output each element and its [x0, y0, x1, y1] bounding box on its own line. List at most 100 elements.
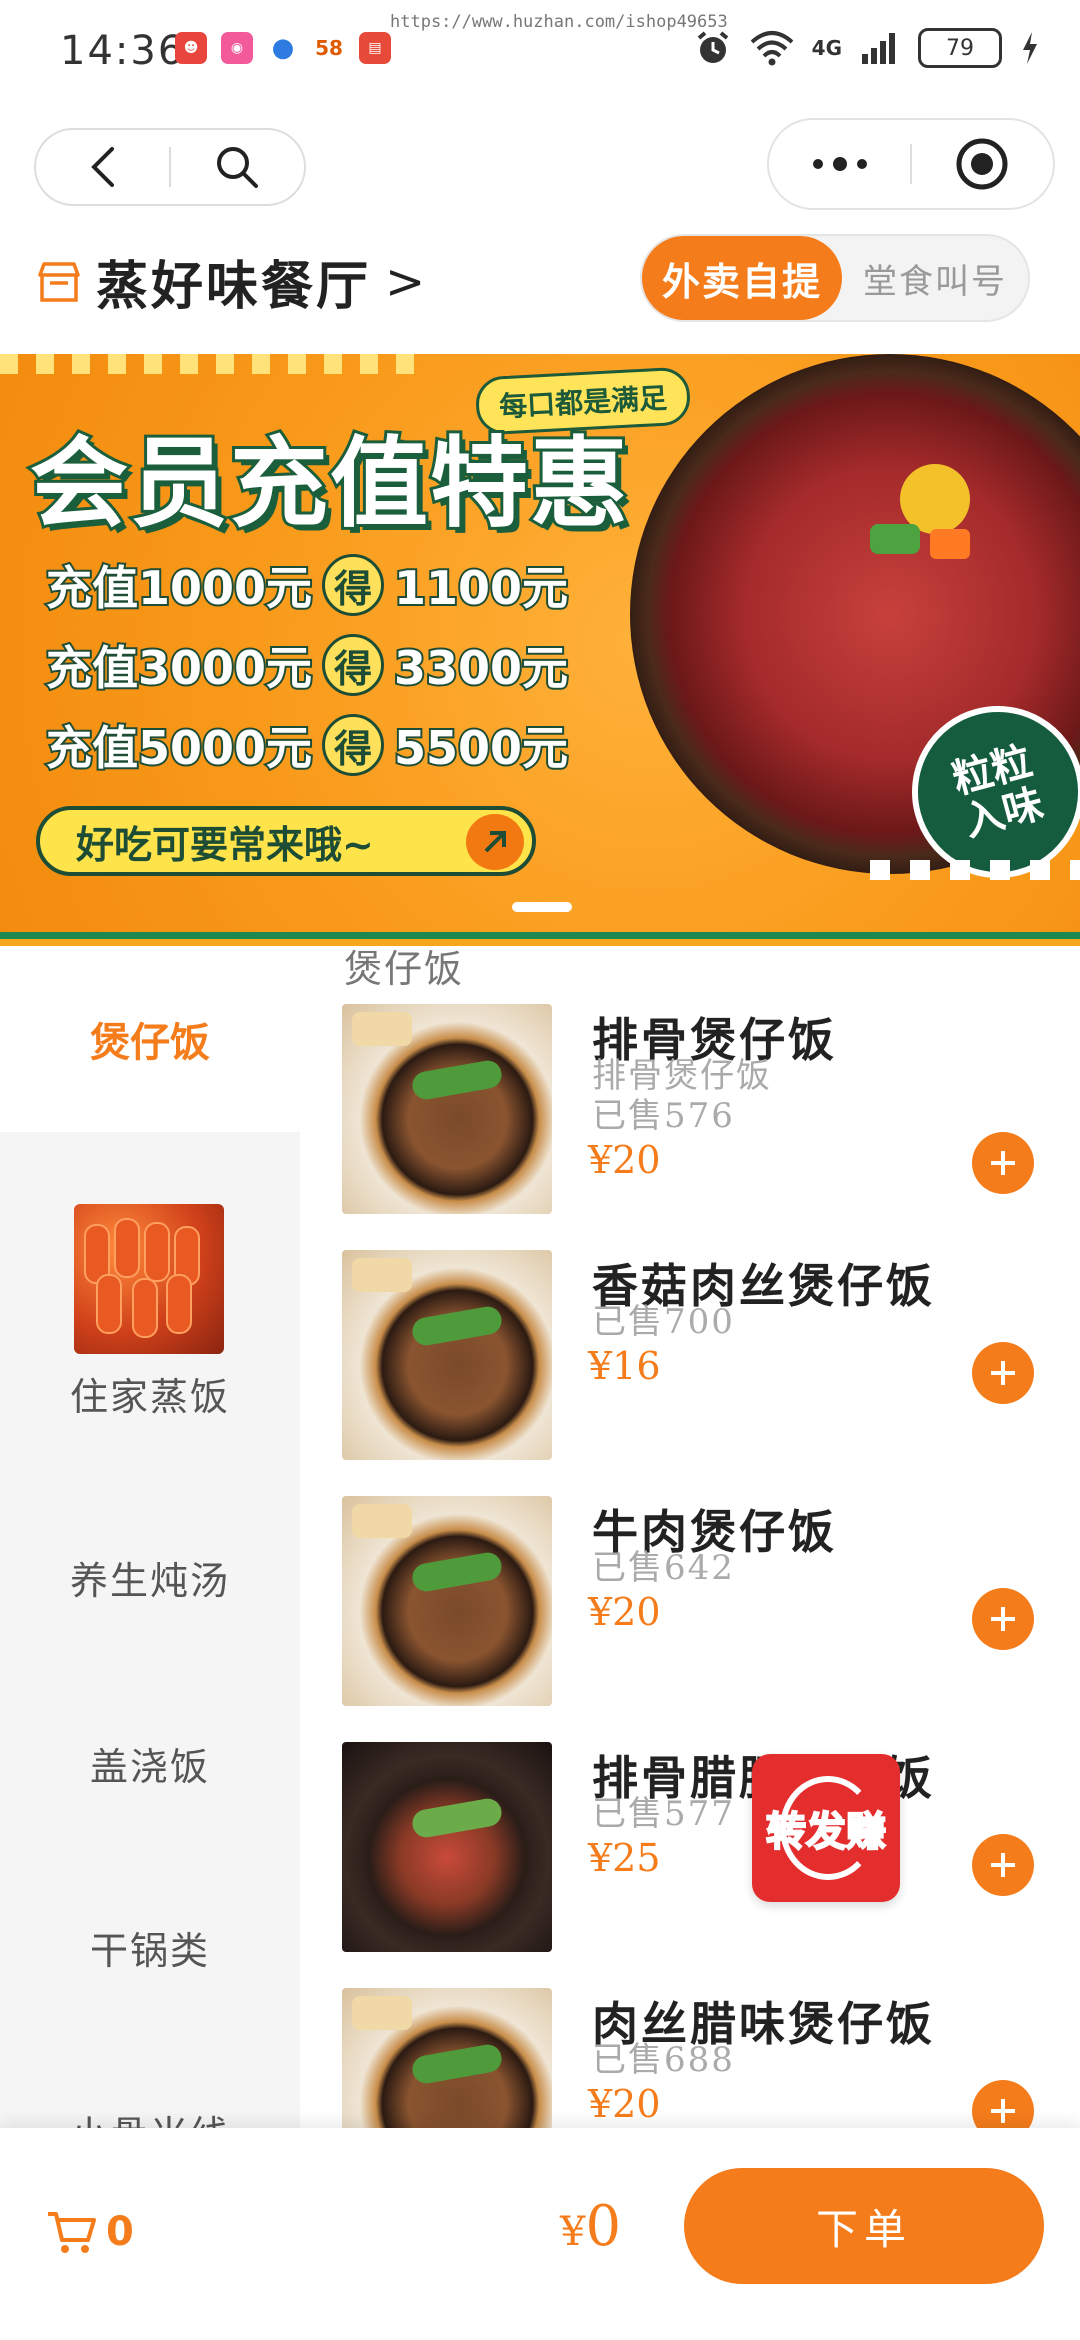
- offer-line-2: 充值3000元 得 3300元: [44, 632, 570, 698]
- app-book-icon: ▤: [359, 32, 391, 64]
- category-item-dry-pot[interactable]: 干锅类: [0, 1920, 300, 1975]
- category-item-noodles[interactable]: 小骨米线: [0, 2104, 300, 2128]
- app-pink-icon: ◉: [221, 32, 253, 64]
- place-order-button[interactable]: 下单: [684, 2168, 1044, 2284]
- dish-image: [342, 1004, 552, 1214]
- dish-item[interactable]: 排骨煲仔饭 排骨煲仔饭 已售576 ¥20: [340, 1004, 1060, 1216]
- status-indicators: 4G 79: [694, 28, 1040, 68]
- dish-item[interactable]: 牛肉煲仔饭 已售642 ¥20: [340, 1496, 1060, 1708]
- battery-indicator: 79: [918, 28, 1002, 68]
- category-item-rice-bowl[interactable]: 盖浇饭: [0, 1736, 300, 1791]
- more-dots-icon: [812, 157, 867, 171]
- wifi-icon: [750, 31, 793, 66]
- nav-capsule-right: [767, 118, 1055, 210]
- dish-item[interactable]: 排骨腊肠煲仔饭 已售577 ¥25: [340, 1742, 1060, 1954]
- store-name: 蒸好味餐厅: [96, 256, 372, 317]
- veg-decoration: [870, 524, 920, 554]
- back-arrow-icon: [90, 147, 114, 187]
- plus-icon: [991, 1607, 1015, 1631]
- dish-item[interactable]: 香菇肉丝煲仔饭 已售700 ¥16: [340, 1250, 1060, 1462]
- app-blue-icon: ●: [267, 32, 299, 64]
- dish-price: ¥20: [588, 1138, 661, 1182]
- dish-sold-count: 已售700: [592, 1302, 735, 1342]
- plus-icon: [991, 1853, 1015, 1877]
- add-to-cart-button[interactable]: [972, 1342, 1034, 1404]
- carrot-decoration: [930, 529, 970, 559]
- promo-banner[interactable]: 每口都是满足 会员充值特惠 充值1000元 得 1100元 充值3000元 得 …: [0, 354, 1080, 932]
- app-red-icon: ☻: [175, 32, 207, 64]
- order-total: ¥0: [560, 2194, 621, 2259]
- offer-line-1: 充值1000元 得 1100元: [44, 552, 570, 618]
- nav-capsule-left: [34, 128, 306, 206]
- offer-pay: 充值5000元: [44, 719, 314, 777]
- offer-receive: 5500元: [392, 719, 570, 777]
- app-58-icon: 58: [313, 32, 345, 64]
- back-button[interactable]: [36, 130, 169, 204]
- signal-icon: [862, 33, 895, 64]
- plus-icon: [991, 1361, 1015, 1385]
- banner-stripe: [0, 932, 1080, 946]
- close-target-icon: [956, 138, 1008, 190]
- dish-sold-count: 已售642: [592, 1548, 735, 1588]
- dish-image: [342, 1988, 552, 2128]
- status-app-icons: ☻ ◉ ● 58 ▤: [175, 32, 391, 64]
- share-earn-button[interactable]: 转发赚: [752, 1754, 900, 1902]
- category-item-claypot[interactable]: 煲仔饭: [0, 946, 300, 1132]
- add-to-cart-button[interactable]: [972, 1132, 1034, 1194]
- total-value: 0: [585, 2194, 622, 2259]
- cart-count: 0: [106, 2209, 134, 2255]
- currency-symbol: ¥: [560, 2209, 586, 2255]
- offer-receive: 3300元: [392, 639, 570, 697]
- offer-get-badge: 得: [322, 634, 385, 696]
- dish-sold-count: 已售577: [592, 1794, 735, 1834]
- alarm-icon: [697, 31, 728, 63]
- carousel-indicator: [512, 902, 572, 912]
- charging-icon: [1023, 32, 1037, 64]
- checkout-bar: 0 ¥0 下单: [0, 2128, 1080, 2340]
- category-thumbnail: [74, 1204, 224, 1354]
- offer-line-3: 充值5000元 得 5500元: [44, 712, 570, 778]
- offer-get-badge: 得: [322, 714, 385, 776]
- dish-price: ¥16: [588, 1344, 661, 1388]
- order-mode-toggle: 外卖自提 堂食叫号: [640, 234, 1030, 322]
- add-to-cart-button[interactable]: [972, 1588, 1034, 1650]
- add-to-cart-button[interactable]: [972, 1834, 1034, 1896]
- offer-get-badge: 得: [322, 554, 385, 616]
- dish-price: ¥25: [588, 1836, 661, 1880]
- mode-dine-in-queue[interactable]: 堂食叫号: [842, 254, 1028, 303]
- dish-item[interactable]: 肉丝腊味煲仔饭 已售688 ¥20: [340, 1988, 1060, 2128]
- close-miniprogram-button[interactable]: [912, 120, 1053, 208]
- category-item-steamed-rice[interactable]: 住家蒸饭: [0, 1366, 300, 1421]
- cart-icon: [48, 2212, 96, 2253]
- mode-takeout-pickup[interactable]: 外卖自提: [642, 236, 842, 320]
- dish-sold-count: 已售576: [592, 1096, 735, 1136]
- dish-sold-count: 已售688: [592, 2040, 735, 2080]
- plus-icon: [991, 2099, 1015, 2123]
- status-bar: 14:36 ☻ ◉ ● 58 ▤ https://www.huzhan.com/…: [0, 0, 1080, 110]
- offer-pay: 充值3000元: [44, 639, 314, 697]
- dish-price: ¥20: [588, 1590, 661, 1634]
- search-icon: [217, 147, 259, 188]
- network-type: 4G: [811, 36, 842, 60]
- more-menu-button[interactable]: [769, 120, 910, 208]
- dish-price: ¥20: [588, 2082, 661, 2126]
- banner-checker-decoration: [0, 354, 420, 374]
- store-chevron-icon: >: [385, 253, 429, 310]
- banner-cta-label: 好吃可要常来哦~: [76, 822, 374, 867]
- store-header[interactable]: 蒸好味餐厅 >: [36, 244, 428, 319]
- banner-checker-decoration-2: [870, 860, 1080, 880]
- banner-title: 会员充值特惠: [27, 424, 631, 544]
- cart-button[interactable]: 0: [46, 2208, 134, 2256]
- store-icon: [38, 261, 80, 302]
- plus-icon: [991, 1151, 1015, 1175]
- category-item-soup[interactable]: 养生炖汤: [0, 1550, 300, 1605]
- dish-image: [342, 1250, 552, 1460]
- offer-receive: 1100元: [392, 559, 570, 617]
- banner-cta[interactable]: 好吃可要常来哦~: [36, 806, 536, 876]
- section-title: 煲仔饭: [344, 947, 465, 991]
- share-ring-decoration: [780, 1776, 876, 1880]
- search-button[interactable]: [171, 130, 304, 204]
- offer-pay: 充值1000元: [44, 559, 314, 617]
- dish-image: [342, 1742, 552, 1952]
- add-to-cart-button[interactable]: [972, 2080, 1034, 2128]
